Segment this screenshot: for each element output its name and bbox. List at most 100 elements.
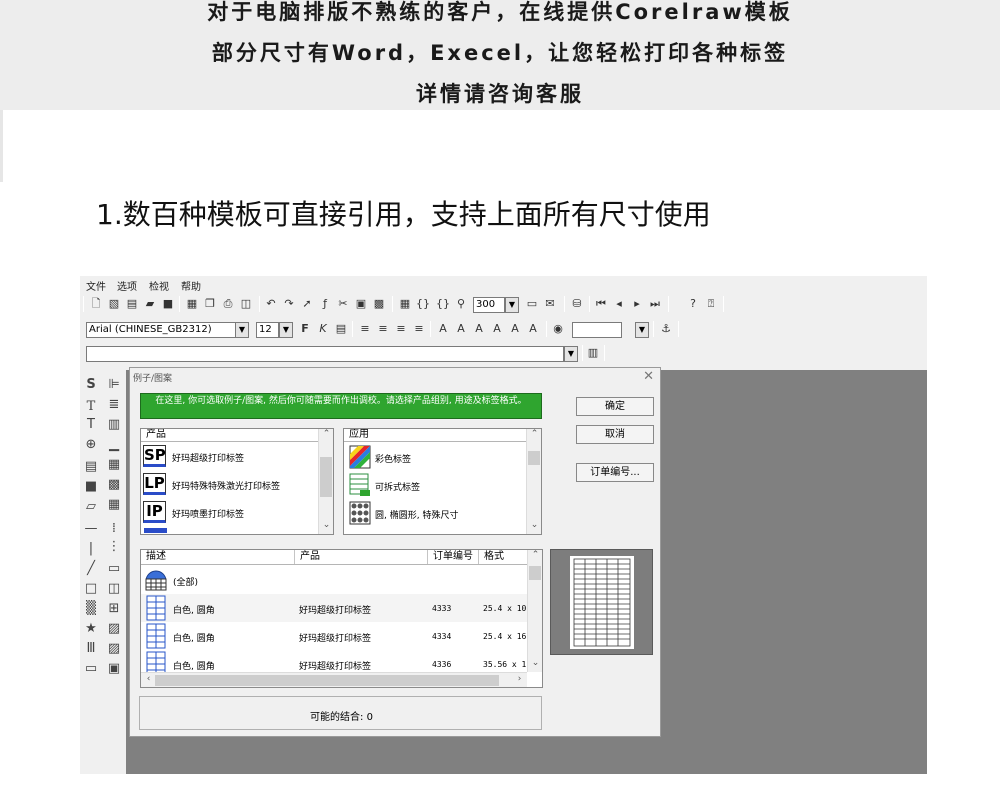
font-shrink-icon[interactable]: A (454, 322, 468, 336)
template-grid[interactable]: 描述 产品 订单编号 格式 (全部) 白色, 圆角 好玛超级打印标签 4333 … (140, 549, 543, 688)
open-folder-icon[interactable]: ▰ (143, 297, 157, 311)
vertical-text-icon[interactable]: T (82, 416, 100, 434)
variable-field-icon[interactable]: {} (416, 297, 430, 311)
font-dropdown-icon[interactable]: ▼ (235, 322, 249, 338)
copy-icon[interactable]: ❐ (203, 297, 217, 311)
hline-tool-icon[interactable]: — (82, 520, 100, 538)
date-tool-icon[interactable]: ▤ (82, 458, 100, 476)
application-item-color[interactable]: 彩色标签 (344, 443, 529, 471)
col-order-header[interactable]: 订单编号 (428, 550, 479, 564)
grid-tool-icon[interactable]: ▦ (105, 456, 123, 474)
text-input[interactable] (86, 346, 564, 362)
cross-frame-icon[interactable]: ⊞ (105, 600, 123, 618)
col-product-header[interactable]: 产品 (295, 550, 428, 564)
table-row[interactable]: 白色, 圆角 好玛超级打印标签 4336 35.56 x 1 (141, 650, 527, 672)
col-description-header[interactable]: 描述 (141, 550, 295, 564)
cut-icon[interactable]: ▦ (185, 297, 199, 311)
application-list-scrollbar[interactable]: ⌃ ⌄ (526, 429, 541, 534)
database-icon[interactable]: ⛁ (570, 297, 584, 311)
vline-tool-icon[interactable]: | (82, 540, 100, 558)
text-dropdown-icon[interactable]: ▼ (564, 346, 578, 362)
paragraph-tool-icon[interactable]: ≣ (105, 396, 123, 414)
dots-tool-icon[interactable]: ▩ (105, 476, 123, 494)
product-list-scrollbar[interactable]: ⌃ ⌄ (318, 429, 333, 534)
subscript-icon[interactable]: A (472, 322, 486, 336)
font-select[interactable]: Arial (CHINESE_GB2312) (86, 322, 236, 338)
table-row-all[interactable]: (全部) (141, 566, 527, 594)
pointer-icon[interactable]: ➚ (300, 297, 314, 311)
rfid-tool-icon[interactable]: ▭ (82, 660, 100, 678)
col-format-header[interactable]: 格式 (479, 550, 527, 564)
menu-view[interactable]: 检视 (149, 278, 169, 293)
small-text-icon[interactable]: A (490, 322, 504, 336)
scroll-right-icon[interactable]: › (512, 674, 527, 684)
application-item-round[interactable]: 圆, 椭圆形, 特殊尺寸 (344, 499, 529, 527)
font-size-dropdown-icon[interactable]: ▼ (279, 322, 293, 338)
save-icon[interactable]: ■ (161, 297, 175, 311)
menu-options[interactable]: 选项 (117, 278, 137, 293)
scroll-up-icon[interactable]: ⌃ (528, 550, 542, 560)
menu-help[interactable]: 帮助 (181, 278, 201, 293)
paste-icon[interactable]: ▩ (372, 297, 386, 311)
text-frame-icon[interactable]: ▤ (334, 322, 348, 336)
color-select[interactable] (572, 322, 622, 338)
insert-field-icon[interactable]: ▥ (586, 346, 600, 360)
split-frame-icon[interactable]: ◫ (105, 580, 123, 598)
table-row[interactable]: 白色, 圆角 好玛超级打印标签 4334 25.4 x 16 (141, 622, 527, 650)
application-list[interactable]: 应用 彩色标签 可拆式标签 圆, 椭圆形, 特殊尺寸 ⌃ ⌄ (343, 428, 542, 535)
align-right-icon[interactable]: ≡ (394, 322, 408, 336)
anchor-icon[interactable]: ⚓ (659, 322, 673, 336)
product-item-sp[interactable]: SP 好玛超级打印标签 (141, 443, 321, 471)
list-tool-icon[interactable]: ⋮ (105, 538, 123, 556)
zoom-icon[interactable]: ⚲ (454, 297, 468, 311)
align-tool-icon[interactable]: ⊫ (105, 376, 123, 394)
chart-tool-icon[interactable]: ▁ (105, 436, 123, 454)
scroll-left-icon[interactable]: ‹ (141, 674, 156, 684)
grid-vertical-scrollbar[interactable]: ⌃ ⌄ (527, 550, 542, 672)
undo-icon[interactable]: ↶ (264, 297, 278, 311)
scroll-down-icon[interactable]: ⌄ (527, 520, 541, 530)
font-grow-icon[interactable]: A (436, 322, 450, 336)
field-icon[interactable]: {} (436, 297, 450, 311)
product-list[interactable]: 产品 SP 好玛超级打印标签 LP 好玛特殊特殊激光打印标签 IP 好玛喷墨打印… (140, 428, 334, 535)
zoom-input[interactable]: 300 (473, 297, 505, 313)
application-item-removable[interactable]: 可拆式标签 (344, 471, 529, 499)
prev-record-icon[interactable]: ◂ (612, 297, 626, 311)
barcode-tool-icon[interactable]: Ⅲ (82, 640, 100, 658)
last-record-icon[interactable]: ⏭ (648, 297, 662, 311)
column-tool-icon[interactable]: ▥ (105, 416, 123, 434)
zoom-dropdown-icon[interactable]: ▼ (505, 297, 519, 313)
font-size-select[interactable]: 12 (256, 322, 279, 338)
first-record-icon[interactable]: ⏮ (594, 297, 608, 311)
print-preview-icon[interactable]: ◫ (239, 297, 253, 311)
print-icon[interactable]: ⎙ (221, 297, 235, 311)
picture-tool-icon[interactable]: ▨ (105, 640, 123, 658)
mail-icon[interactable]: ✉ (543, 297, 557, 311)
diagonal-line-icon[interactable]: ╱ (82, 560, 100, 578)
select-tool-icon[interactable]: S (82, 376, 100, 394)
align-center-icon[interactable]: ≡ (376, 322, 390, 336)
image-tool-icon[interactable]: ▨ (105, 620, 123, 638)
database-field-icon[interactable]: ▣ (105, 660, 123, 678)
text-style-icon[interactable]: ƒ (318, 297, 332, 311)
scroll-up-icon[interactable]: ⌃ (319, 429, 333, 439)
template-icon[interactable]: ▤ (125, 297, 139, 311)
table-icon[interactable]: ▭ (525, 297, 539, 311)
table-row[interactable]: 白色, 圆角 好玛超级打印标签 4333 25.4 x 10 (141, 594, 527, 622)
product-item-lp[interactable]: LP 好玛特殊特殊激光打印标签 (141, 471, 321, 499)
ok-button[interactable]: 确定 (576, 397, 654, 416)
new-file-icon[interactable]: 🗋 (89, 297, 103, 311)
cancel-button[interactable]: 取消 (576, 425, 654, 444)
rectangle-tool-icon[interactable]: □ (82, 580, 100, 598)
scroll-down-icon[interactable]: ⌄ (319, 520, 333, 530)
counter-tool-icon[interactable]: ⊕ (82, 436, 100, 454)
barcode-small-icon[interactable]: ⁞ (105, 520, 123, 538)
redo-icon[interactable]: ↷ (282, 297, 296, 311)
eraser-tool-icon[interactable]: ▱ (82, 498, 100, 516)
new-wizard-icon[interactable]: ▧ (107, 297, 121, 311)
table-tool-icon[interactable]: ▦ (105, 496, 123, 514)
frame-tool-icon[interactable]: ▭ (105, 560, 123, 578)
text-tool-icon[interactable]: T (82, 398, 100, 416)
star-tool-icon[interactable]: ★ (82, 620, 100, 638)
pattern-tool-icon[interactable]: ▒ (82, 600, 100, 618)
